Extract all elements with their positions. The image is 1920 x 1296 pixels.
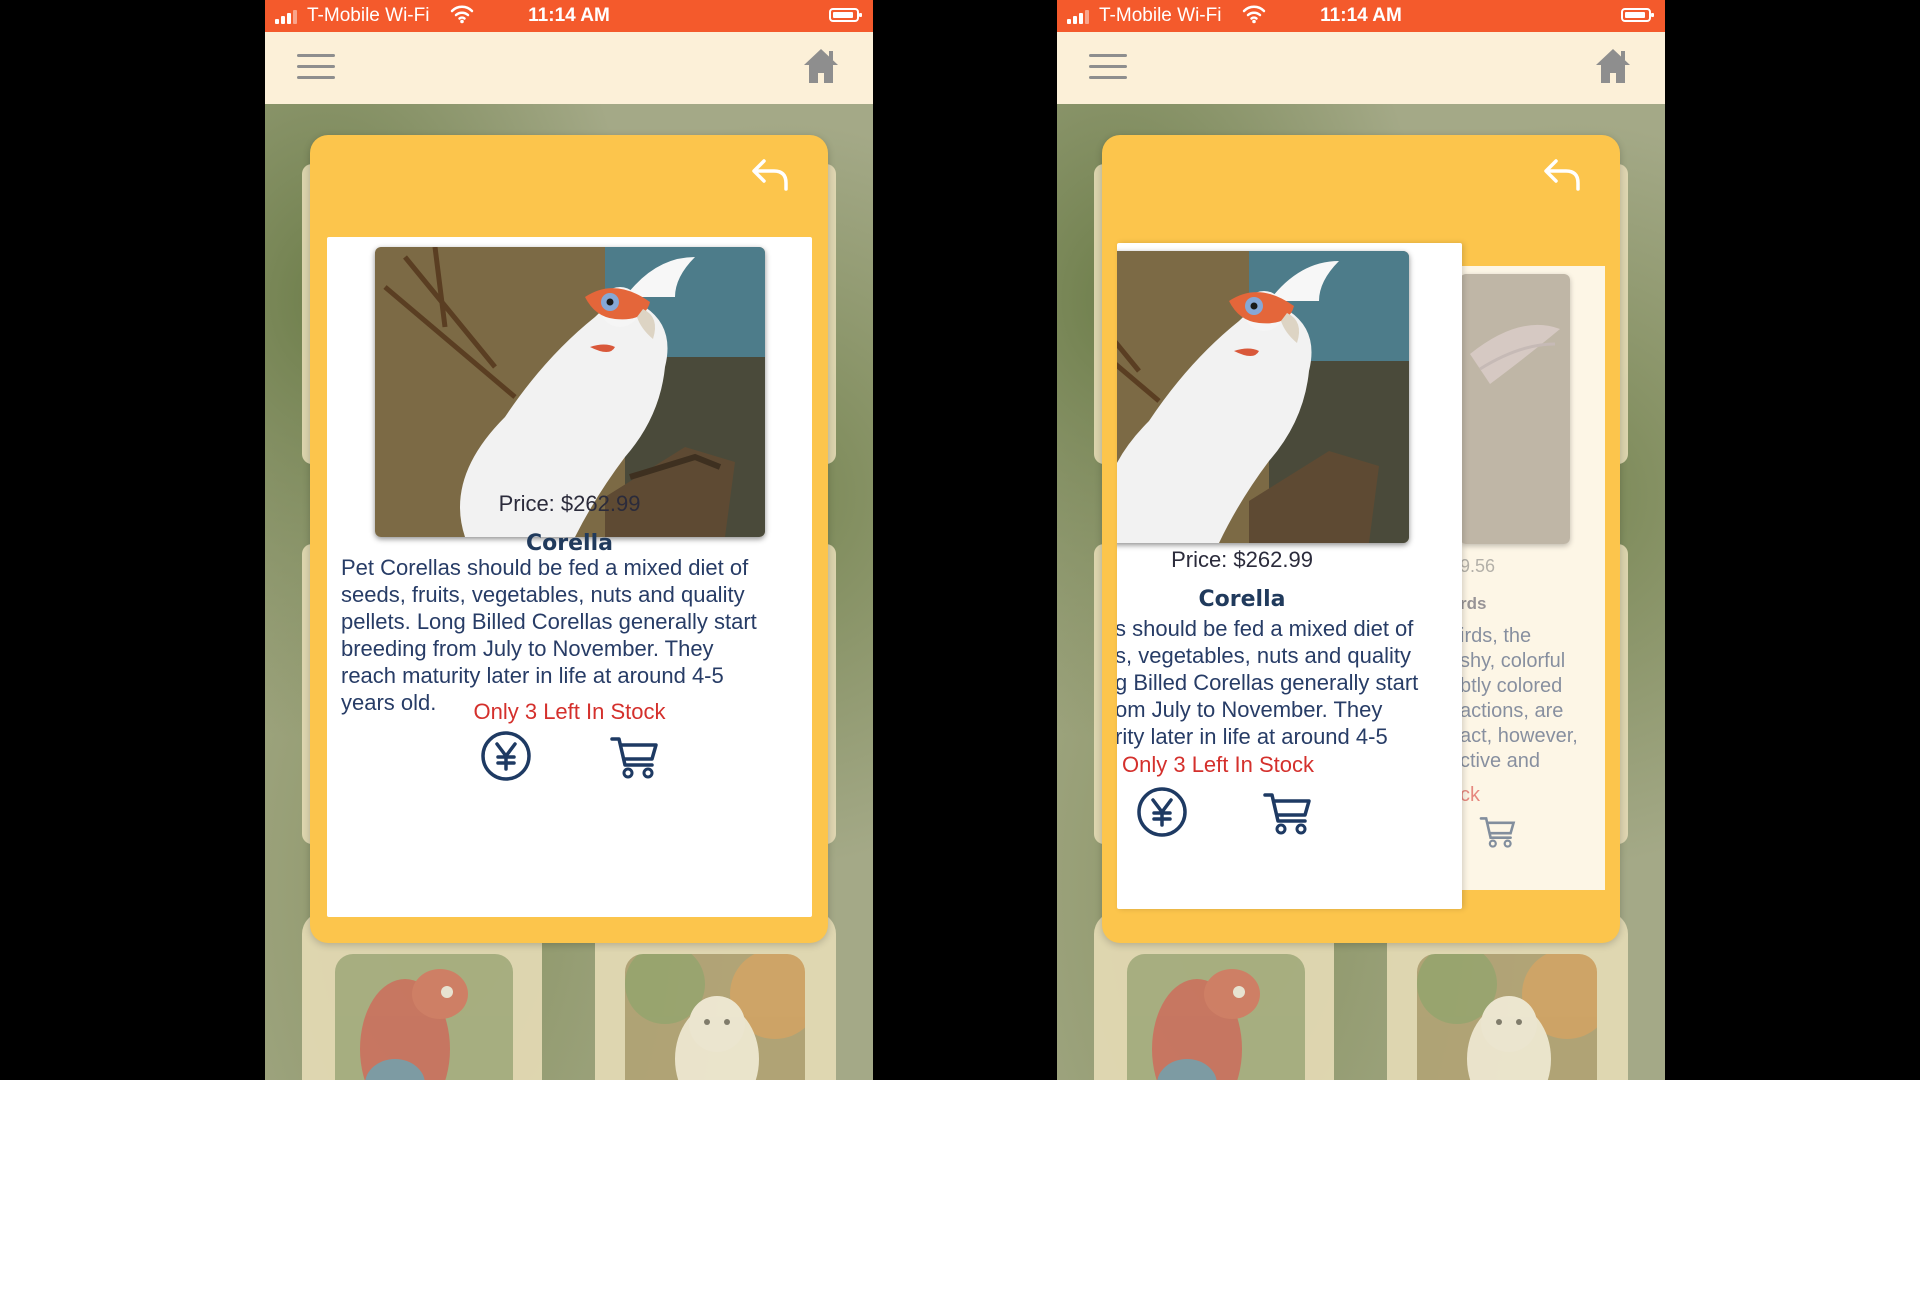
- next-product-price: 9.56: [1460, 556, 1496, 576]
- clock: 11:14 AM: [1320, 5, 1402, 26]
- stock-label: Only 3 Left In Stock: [1122, 752, 1314, 777]
- battery-icon: [1621, 8, 1654, 22]
- macaw-thumbnail[interactable]: [335, 954, 513, 1080]
- product-description: s should be fed a mixed diet of s, veget…: [1117, 616, 1419, 749]
- back-arrow-icon[interactable]: [1542, 155, 1582, 195]
- yen-coin-icon[interactable]: [479, 729, 533, 783]
- price-label: Price: $262.99: [1171, 547, 1313, 572]
- shopping-cart-icon[interactable]: [608, 729, 662, 783]
- phone-screen-right: T-Mobile Wi-Fi 11:14 AM 9.56 rds irds, t…: [1057, 0, 1665, 1080]
- next-product-photo: [1460, 274, 1570, 544]
- corella-photo: [1117, 251, 1409, 543]
- back-arrow-icon[interactable]: [750, 155, 790, 195]
- price-label: Price: $262.99: [498, 491, 641, 516]
- yen-coin-icon[interactable]: [1135, 785, 1189, 839]
- product-name: Corella: [1198, 587, 1286, 612]
- shopping-cart-icon[interactable]: [1261, 785, 1315, 839]
- next-product-name: rds: [1460, 594, 1487, 613]
- product-name: Corella: [526, 531, 613, 556]
- nav-bar: [265, 32, 873, 104]
- product-description: Pet Corellas should be fed a mixed diet …: [341, 555, 757, 715]
- next-product-description: irds, the shy, colorful btly colored act…: [1460, 625, 1578, 772]
- owl-thumbnail[interactable]: [1417, 954, 1597, 1080]
- next-product-stock: ck: [1460, 784, 1480, 806]
- home-icon[interactable]: [801, 46, 841, 86]
- product-detail-card: Price: $262.99 Corella Pet Corellas shou…: [327, 237, 812, 917]
- hamburger-menu-icon[interactable]: [1089, 54, 1127, 82]
- clock: 11:14 AM: [528, 5, 610, 26]
- product-modal: 9.56 rds irds, the shy, colorful btly co…: [1102, 135, 1620, 943]
- shopping-cart-icon[interactable]: [1478, 811, 1518, 851]
- phone-screen-left: T-Mobile Wi-Fi 11:14 AM Price: $262.99 C…: [265, 0, 873, 1080]
- status-bar: T-Mobile Wi-Fi 11:14 AM: [265, 0, 873, 32]
- hamburger-menu-icon[interactable]: [297, 54, 335, 82]
- owl-thumbnail[interactable]: [625, 954, 805, 1080]
- product-modal: Price: $262.99 Corella Pet Corellas shou…: [310, 135, 828, 943]
- product-detail-card: Price: $262.99 Corella s should be fed a…: [1117, 243, 1462, 909]
- home-icon[interactable]: [1593, 46, 1633, 86]
- macaw-thumbnail[interactable]: [1127, 954, 1305, 1080]
- status-bar: T-Mobile Wi-Fi 11:14 AM: [1057, 0, 1665, 32]
- battery-icon: [829, 8, 862, 22]
- nav-bar: [1057, 32, 1665, 104]
- next-product-card[interactable]: 9.56 rds irds, the shy, colorful btly co…: [1460, 266, 1605, 890]
- stock-label: Only 3 Left In Stock: [473, 699, 666, 724]
